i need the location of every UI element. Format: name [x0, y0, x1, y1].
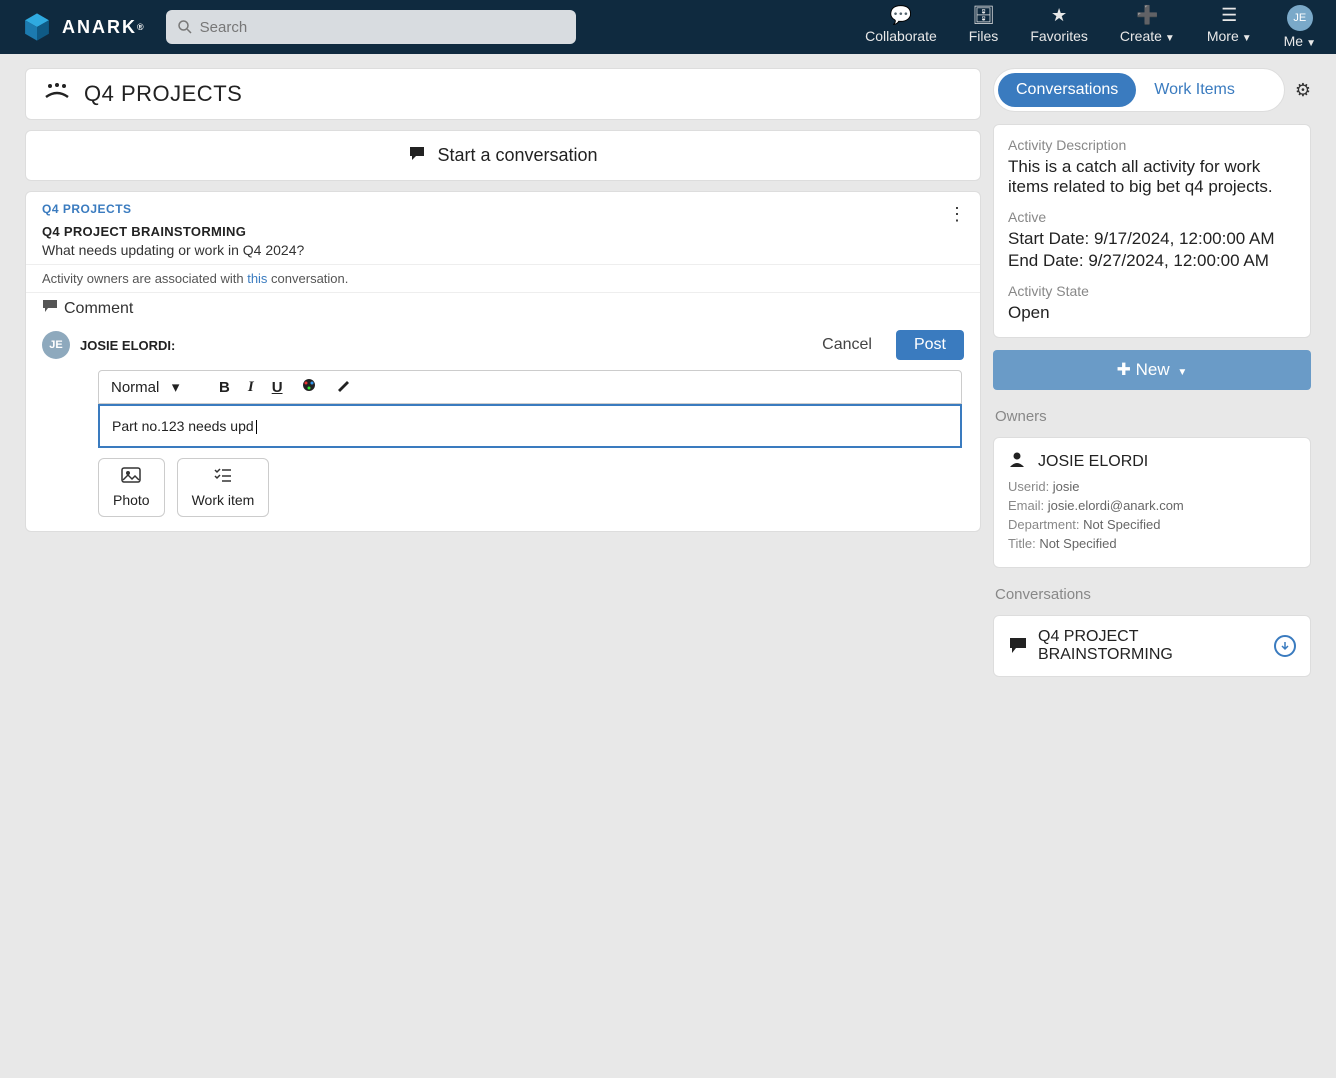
settings-button[interactable]: ⚙: [1295, 80, 1311, 101]
comment-header: Comment: [26, 293, 980, 324]
breadcrumb[interactable]: Q4 PROJECTS: [42, 202, 964, 216]
search-wrap: [166, 10, 576, 44]
brand-text: ANARK: [62, 17, 137, 38]
italic-button[interactable]: I: [248, 379, 254, 396]
owners-section-label: Owners: [995, 408, 1309, 425]
tab-conversations[interactable]: Conversations: [998, 73, 1136, 107]
owners-note-pre: Activity owners are associated with: [42, 271, 247, 286]
chat-bubbles-icon: 💬: [890, 5, 912, 26]
owner-card: JOSIE ELORDI Userid: josie Email: josie.…: [993, 437, 1311, 568]
nav-favorites[interactable]: ★ Favorites: [1030, 5, 1088, 49]
chevron-down-icon: ▼: [1177, 367, 1187, 378]
owners-note-link[interactable]: this: [247, 271, 267, 286]
page-title: Q4 PROJECTS: [84, 81, 242, 107]
text-color-button[interactable]: [301, 377, 317, 397]
state-value: Open: [1008, 303, 1296, 323]
conversation-card: Q4 PROJECTS Q4 PROJECT BRAINSTORMING Wha…: [25, 191, 981, 532]
archive-icon: 🗄: [972, 5, 995, 26]
post-button[interactable]: Post: [896, 330, 964, 360]
state-label: Activity State: [1008, 283, 1296, 299]
checklist-icon: [213, 467, 233, 488]
attach-workitem-button[interactable]: Work item: [177, 458, 270, 517]
conversation-title: Q4 PROJECT BRAINSTORMING: [42, 224, 964, 239]
plus-icon: ✚: [1117, 360, 1131, 379]
comment-input[interactable]: Part no.123 needs upd: [98, 404, 962, 448]
start-date: Start Date: 9/17/2024, 12:00:00 AM: [1008, 229, 1296, 249]
download-button[interactable]: [1274, 635, 1296, 657]
top-nav: ANARK® 💬 Collaborate 🗄 Files ★ Favorites…: [0, 0, 1336, 54]
cube-icon: [20, 10, 54, 44]
speech-bubble-icon: [408, 145, 431, 165]
page-header: Q4 PROJECTS: [25, 68, 981, 120]
group-icon: [44, 81, 70, 107]
nav-items: 💬 Collaborate 🗄 Files ★ Favorites ➕ Crea…: [865, 5, 1316, 49]
owner-email: Email: josie.elordi@anark.com: [1008, 498, 1296, 513]
avatar-icon: JE: [1287, 5, 1313, 31]
cancel-button[interactable]: Cancel: [822, 336, 872, 354]
owner-title: Title: Not Specified: [1008, 536, 1296, 551]
nav-collaborate[interactable]: 💬 Collaborate: [865, 5, 937, 49]
conversation-list-title: Q4 PROJECT BRAINSTORMING: [1038, 628, 1264, 664]
tab-work-items[interactable]: Work Items: [1136, 73, 1253, 107]
search-icon: [176, 18, 194, 36]
attach-workitem-label: Work item: [192, 492, 255, 508]
plus-circle-icon: ➕: [1136, 5, 1158, 26]
format-select[interactable]: Normal ▾: [111, 378, 201, 396]
comment-icon: [42, 299, 58, 318]
text-cursor-icon: [256, 420, 257, 434]
download-arrow-icon: [1280, 641, 1290, 651]
nav-label: Files: [969, 28, 999, 44]
owners-note: Activity owners are associated with this…: [26, 264, 980, 292]
owner-name: JOSIE ELORDI: [1038, 453, 1148, 471]
brand-logo[interactable]: ANARK®: [20, 10, 146, 44]
search-input[interactable]: [166, 10, 576, 44]
owner-dept: Department: Not Specified: [1008, 517, 1296, 532]
conversation-body: What needs updating or work in Q4 2024?: [42, 242, 964, 258]
editor-toolbar: Normal ▾ B I U: [98, 370, 962, 404]
nav-label: Create▼: [1120, 28, 1175, 44]
bold-button[interactable]: B: [219, 379, 230, 396]
commenter-name: JOSIE ELORDI:: [80, 338, 175, 353]
comment-header-label: Comment: [64, 300, 133, 318]
underline-button[interactable]: U: [272, 379, 283, 396]
commenter-avatar: JE: [42, 331, 70, 359]
menu-icon: ☰: [1221, 5, 1237, 26]
new-button[interactable]: ✚ New ▼: [993, 350, 1311, 390]
conversations-section-label: Conversations: [995, 586, 1309, 603]
speech-bubble-icon: [1008, 636, 1028, 657]
start-conversation-label: Start a conversation: [437, 145, 597, 165]
start-conversation-button[interactable]: Start a conversation: [25, 130, 981, 181]
attach-photo-label: Photo: [113, 492, 150, 508]
nav-label: Favorites: [1030, 28, 1088, 44]
attach-photo-button[interactable]: Photo: [98, 458, 165, 517]
nav-more[interactable]: ☰ More▼: [1207, 5, 1252, 49]
end-date: End Date: 9/27/2024, 12:00:00 AM: [1008, 251, 1296, 271]
side-tabs: Conversations Work Items: [993, 68, 1285, 112]
nav-files[interactable]: 🗄 Files: [969, 5, 999, 49]
editor: Normal ▾ B I U Part no.123 needs upd Pho…: [98, 370, 962, 517]
activity-desc-label: Activity Description: [1008, 137, 1296, 153]
activity-desc: This is a catch all activity for work it…: [1008, 157, 1296, 197]
owners-note-post: conversation.: [267, 271, 348, 286]
comment-section: Comment JE JOSIE ELORDI: Cancel Post Nor…: [26, 292, 980, 517]
nav-create[interactable]: ➕ Create▼: [1120, 5, 1175, 49]
nav-label: Me▼: [1284, 33, 1316, 49]
star-icon: ★: [1051, 5, 1067, 26]
highlight-button[interactable]: [335, 377, 351, 397]
more-menu-button[interactable]: ⋮: [948, 204, 966, 225]
nav-me[interactable]: JE Me▼: [1284, 5, 1316, 49]
conversation-list-item[interactable]: Q4 PROJECT BRAINSTORMING: [993, 615, 1311, 677]
nav-label: More▼: [1207, 28, 1252, 44]
active-label: Active: [1008, 209, 1296, 225]
nav-label: Collaborate: [865, 28, 937, 44]
activity-info-card: Activity Description This is a catch all…: [993, 124, 1311, 338]
side-tabs-row: Conversations Work Items ⚙: [993, 68, 1311, 112]
photo-icon: [121, 467, 141, 488]
owner-userid: Userid: josie: [1008, 479, 1296, 494]
person-icon: [1008, 450, 1026, 473]
